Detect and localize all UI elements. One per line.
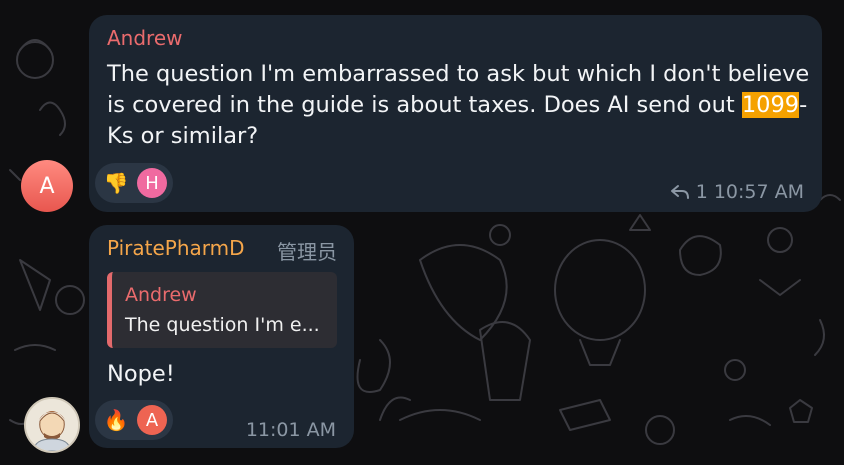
reactions-bar: 👎 H	[95, 163, 173, 203]
avatar[interactable]: A	[21, 160, 73, 212]
message-time: 10:57 AM	[713, 181, 804, 203]
message-text: The question I'm embarrassed to ask but …	[107, 59, 812, 152]
reply-quote[interactable]: Andrew The question I'm e...	[107, 272, 337, 348]
admin-badge: 管理员	[277, 240, 337, 264]
fire-icon[interactable]: 🔥	[101, 405, 131, 435]
reply-quote-sender: Andrew	[125, 284, 197, 306]
search-highlight: 1099	[741, 92, 800, 118]
sender-name[interactable]: PiratePharmD	[107, 236, 245, 260]
message-bubble[interactable]: Andrew The question I'm embarrassed to a…	[89, 15, 822, 212]
avatar-letter: A	[39, 173, 55, 199]
message-text-part: The question I'm embarrassed to ask but …	[107, 61, 810, 118]
message-meta: 11:01 AM	[246, 419, 336, 441]
user-portrait-icon	[26, 399, 78, 451]
message-text: Nope!	[107, 361, 175, 387]
message-meta: 1 10:57 AM	[670, 181, 804, 203]
reply-quote-text: The question I'm e...	[125, 314, 320, 336]
reaction-avatar[interactable]: H	[137, 168, 167, 198]
message-bubble[interactable]: PiratePharmD 管理员 Andrew The question I'm…	[89, 225, 354, 448]
reactions-bar: 🔥 A	[95, 400, 173, 440]
sender-name[interactable]: Andrew	[107, 26, 183, 50]
reaction-avatar[interactable]: A	[137, 405, 167, 435]
reply-count[interactable]: 1	[696, 181, 708, 203]
reply-arrow-icon	[670, 185, 689, 199]
avatar[interactable]	[24, 397, 80, 453]
message-time: 11:01 AM	[245, 419, 336, 441]
thumbs-down-icon[interactable]: 👎	[101, 168, 131, 198]
